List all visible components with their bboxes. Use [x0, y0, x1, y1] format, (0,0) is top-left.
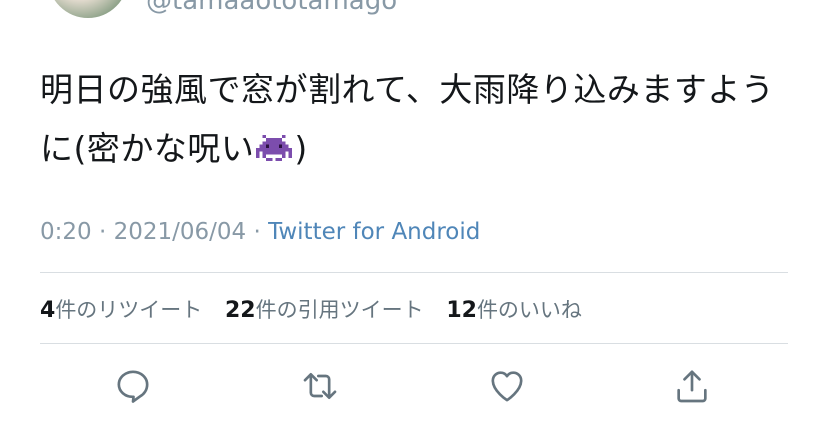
- retweets-stat[interactable]: 4件のリツイート: [40, 298, 203, 323]
- quotes-stat[interactable]: 22件の引用ツイート: [225, 298, 424, 323]
- likes-label: 件のいいね: [476, 298, 582, 322]
- retweet-icon: [303, 373, 337, 399]
- reply-icon: [117, 370, 149, 403]
- quotes-label: 件の引用ツイート: [255, 298, 424, 322]
- retweet-button[interactable]: [298, 364, 342, 408]
- retweets-count: 4: [40, 298, 56, 323]
- likes-count: 12: [446, 298, 477, 323]
- divider: [40, 343, 788, 344]
- quotes-count: 22: [225, 298, 256, 323]
- tweet-date: 2021/06/04: [113, 219, 247, 245]
- heart-icon: [491, 371, 523, 402]
- avatar[interactable]: [48, 0, 128, 18]
- share-button[interactable]: [670, 364, 714, 408]
- like-button[interactable]: [485, 364, 529, 408]
- alien-monster-icon: [256, 123, 293, 182]
- tweet-time: 0:20: [40, 219, 92, 245]
- meta-separator: ·: [246, 219, 269, 245]
- author-handle[interactable]: @tamaaototamago: [146, 0, 397, 16]
- meta-separator: ·: [91, 219, 114, 245]
- divider: [40, 272, 788, 273]
- likes-stat[interactable]: 12件のいいね: [446, 298, 582, 323]
- share-icon: [677, 370, 707, 403]
- reply-button[interactable]: [111, 364, 155, 408]
- tweet-text: 明日の強風で窓が割れて、大雨降り込みますように(密かな呪い): [40, 60, 780, 182]
- tweet-stats: 4件のリツイート 22件の引用ツイート 12件のいいね: [40, 294, 598, 324]
- tweet-meta: 0:20 · 2021/06/04 · Twitter for Android: [40, 219, 480, 245]
- retweets-label: 件のリツイート: [55, 298, 203, 322]
- tweet-text-tail: ): [294, 129, 308, 168]
- tweet-source-link[interactable]: Twitter for Android: [268, 219, 480, 245]
- tweet-text-body: 明日の強風で窓が割れて、大雨降り込みますように(密かな呪い: [40, 70, 775, 168]
- action-bar: [0, 364, 827, 408]
